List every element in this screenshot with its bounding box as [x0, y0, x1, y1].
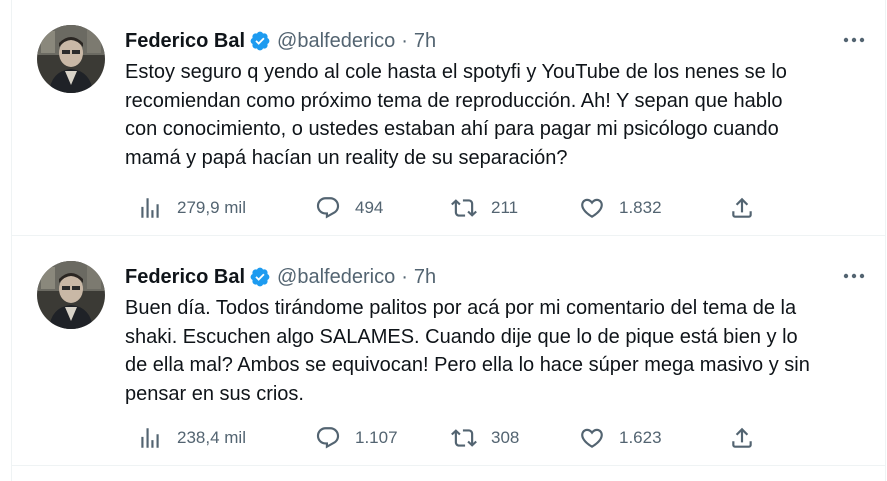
- views-icon: [141, 198, 159, 218]
- reply-count: 1.107: [355, 428, 398, 447]
- like-count: 1.623: [619, 428, 662, 447]
- separator: ·: [401, 29, 408, 52]
- author-handle[interactable]: @balfederico: [277, 30, 395, 53]
- reply-icon: [316, 427, 340, 449]
- reply-count: 494: [355, 198, 384, 217]
- avatar[interactable]: [37, 261, 105, 329]
- tweet-header: Federico Bal @balfederico · 7h: [125, 264, 436, 290]
- author-name[interactable]: Federico Bal: [125, 30, 245, 53]
- tweet[interactable]: Federico Bal @balfederico · 7h Estoy seg…: [12, 0, 885, 236]
- heart-icon: [581, 198, 603, 218]
- separator: ·: [401, 265, 408, 288]
- views-count: 279,9 mil: [177, 198, 246, 217]
- tweet-header: Federico Bal @balfederico · 7h: [125, 28, 436, 54]
- author-handle[interactable]: @balfederico: [277, 266, 395, 289]
- more-options-icon[interactable]: [841, 266, 867, 286]
- verified-badge-icon: [250, 267, 270, 287]
- tweet-actions: 238,4 mil 1.107 308 1.623: [125, 423, 752, 453]
- reply-icon: [316, 197, 340, 219]
- retweet-icon: [451, 199, 477, 217]
- timestamp[interactable]: 7h: [414, 266, 436, 289]
- timeline: Federico Bal @balfederico · 7h Estoy seg…: [11, 0, 886, 481]
- like-button[interactable]: 1.623: [579, 423, 662, 453]
- verified-badge-icon: [250, 31, 270, 51]
- more-options-icon[interactable]: [841, 30, 867, 50]
- views-icon: [141, 428, 159, 448]
- share-button[interactable]: [729, 193, 755, 223]
- views-button[interactable]: 238,4 mil: [137, 423, 246, 453]
- heart-icon: [581, 428, 603, 448]
- views-count: 238,4 mil: [177, 428, 246, 447]
- share-icon: [732, 197, 752, 218]
- views-button[interactable]: 279,9 mil: [137, 193, 246, 223]
- reply-button[interactable]: 494: [315, 193, 383, 223]
- retweet-icon: [451, 429, 477, 447]
- tweet-actions: 279,9 mil 494 211 1.832: [125, 193, 752, 223]
- like-button[interactable]: 1.832: [579, 193, 662, 223]
- retweet-button[interactable]: 308: [451, 423, 519, 453]
- retweet-count: 211: [491, 198, 519, 217]
- timestamp[interactable]: 7h: [414, 30, 436, 53]
- reply-button[interactable]: 1.107: [315, 423, 398, 453]
- like-count: 1.832: [619, 198, 662, 217]
- tweet-text: Buen día. Todos tirándome palitos por ac…: [125, 297, 810, 405]
- retweet-count: 308: [491, 428, 520, 447]
- avatar[interactable]: [37, 25, 105, 93]
- tweet-text: Estoy seguro q yendo al cole hasta el sp…: [125, 61, 787, 169]
- tweet[interactable]: Federico Bal @balfederico · 7h Buen día.…: [12, 236, 885, 466]
- retweet-button[interactable]: 211: [451, 193, 518, 223]
- share-icon: [732, 427, 752, 448]
- author-name[interactable]: Federico Bal: [125, 266, 245, 289]
- share-button[interactable]: [729, 423, 755, 453]
